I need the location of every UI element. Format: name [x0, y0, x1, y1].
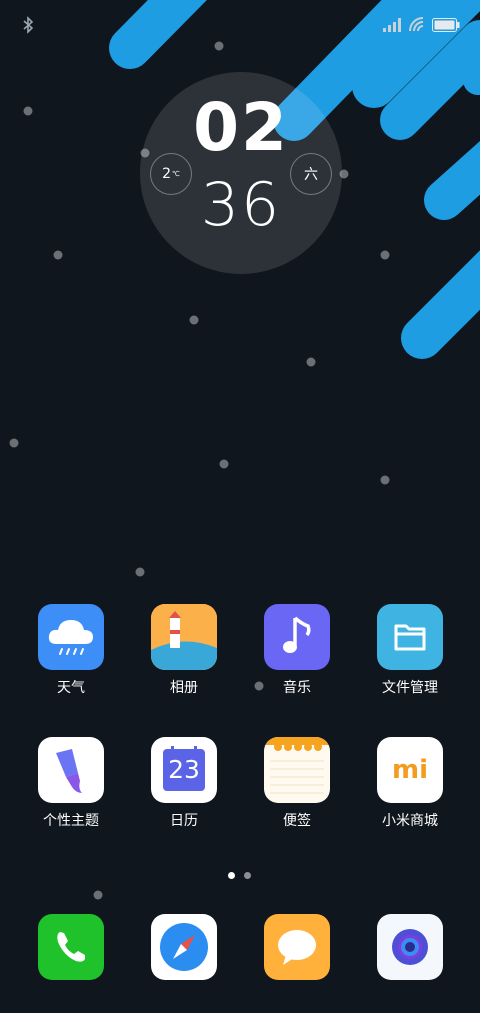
wifi-icon [409, 17, 424, 32]
app-label: 音乐 [283, 680, 311, 696]
paintbrush-theme-icon [38, 737, 104, 803]
page-dot[interactable] [244, 872, 251, 879]
app-mi-store[interactable]: mi 小米商城 [355, 737, 465, 830]
weather-cloud-icon [38, 604, 104, 670]
app-gallery[interactable]: 相册 [129, 604, 239, 697]
app-file-manager[interactable]: 文件管理 [355, 604, 465, 697]
temperature-unit: ℃ [172, 170, 180, 178]
mi-store-icon: mi [377, 737, 443, 803]
app-calendar[interactable]: 23 日历 [129, 737, 239, 830]
app-label: 便签 [283, 813, 311, 829]
status-bar [0, 0, 480, 50]
phone-icon [38, 914, 104, 980]
page-dot-active[interactable] [228, 872, 235, 879]
message-bubble-icon [264, 914, 330, 980]
app-weather[interactable]: 天气 [16, 604, 126, 697]
dock-messages[interactable] [242, 914, 352, 980]
bluetooth-icon [23, 16, 34, 34]
app-label: 日历 [170, 813, 198, 829]
compass-browser-icon [151, 914, 217, 980]
notepad-icon [264, 737, 330, 803]
app-label: 小米商城 [382, 813, 438, 829]
folder-icon [377, 604, 443, 670]
calendar-date: 23 [168, 755, 200, 784]
lighthouse-gallery-icon [151, 604, 217, 670]
app-label: 相册 [170, 680, 198, 696]
app-themes[interactable]: 个性主题 [16, 737, 126, 830]
app-notes[interactable]: 便签 [242, 737, 352, 830]
dock-phone[interactable] [16, 914, 126, 980]
camera-lens-icon [377, 914, 443, 980]
music-note-icon [264, 604, 330, 670]
app-label: 天气 [57, 680, 85, 696]
temperature-badge: 2 ℃ [150, 153, 192, 195]
weekday-badge: 六 [290, 153, 332, 195]
signal-icon [383, 18, 401, 32]
app-label: 个性主题 [43, 813, 99, 829]
app-music[interactable]: 音乐 [242, 604, 352, 697]
weekday-label: 六 [304, 167, 318, 183]
mi-logo: mi [391, 755, 428, 785]
calendar-icon: 23 [151, 737, 217, 803]
page-indicator[interactable] [228, 872, 258, 882]
dock-camera[interactable] [355, 914, 465, 980]
dock-browser[interactable] [129, 914, 239, 980]
app-label: 文件管理 [382, 680, 438, 696]
battery-icon [432, 18, 460, 32]
temperature-value: 2 [162, 166, 172, 182]
